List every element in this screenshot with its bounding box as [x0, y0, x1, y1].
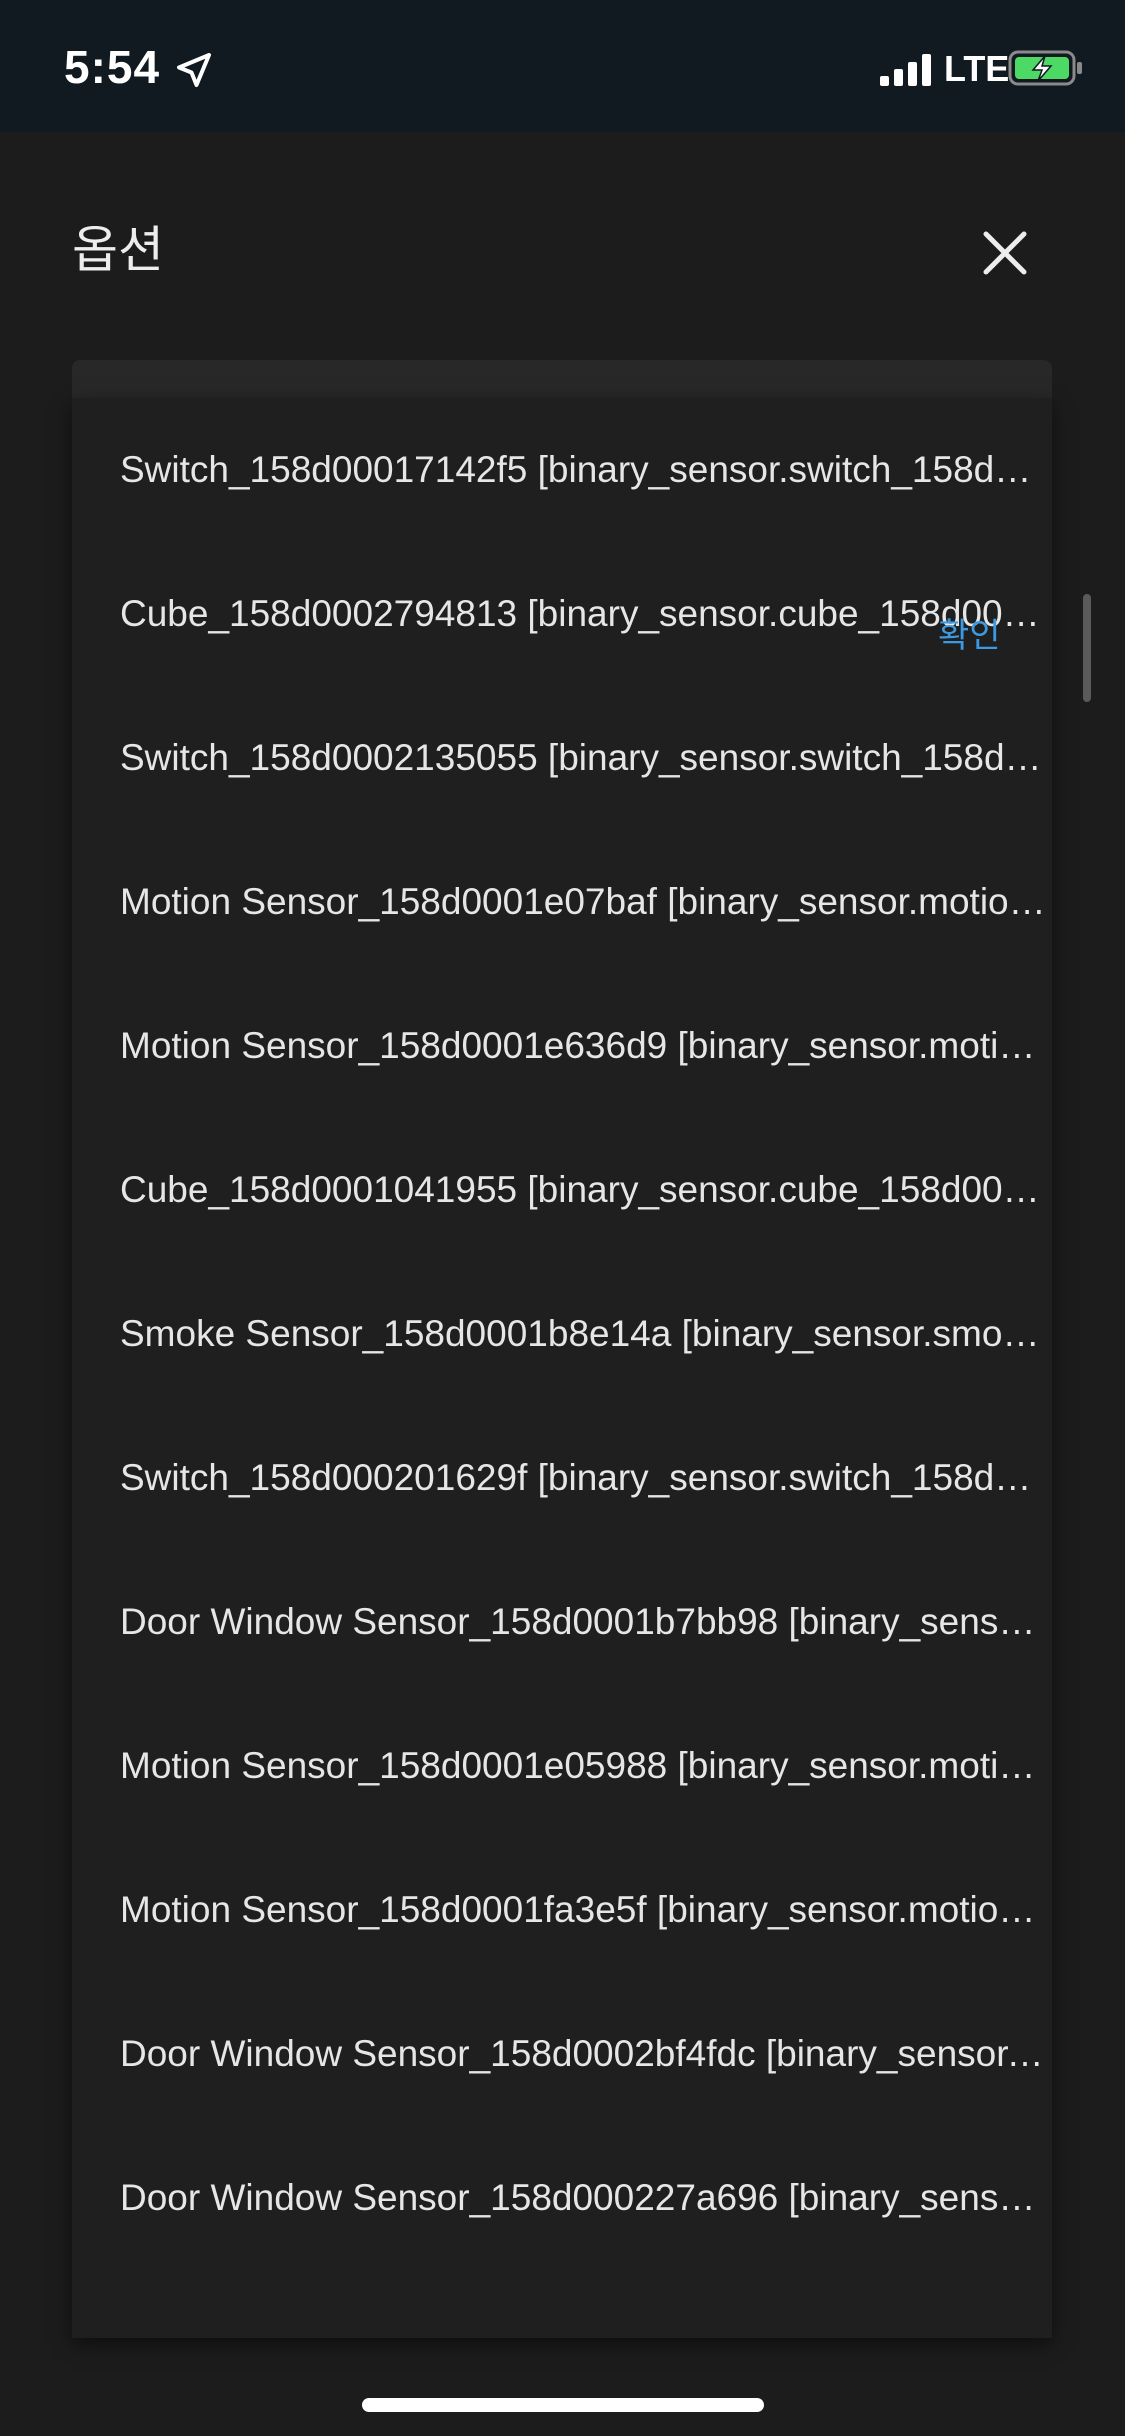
dropdown-scrollbar[interactable]	[1083, 594, 1091, 702]
option-label: Motion Sensor_158d0001fa3e5f [binary_sen…	[120, 1889, 1048, 1930]
option-label: Motion Sensor_158d0001e636d9 [binary_sen…	[120, 1025, 1048, 1066]
dropdown-option[interactable]: Switch_158d00017142f5 [binary_sensor.swi…	[72, 398, 1052, 542]
option-label: Switch_158d00017142f5 [binary_sensor.swi…	[120, 449, 1048, 490]
dropdown-option[interactable]: Cube_158d0002794813 [binary_sensor.cube_…	[72, 542, 1052, 686]
dropdown-option[interactable]: Door Window Sensor_158d0002bf4fdc [binar…	[72, 1982, 1052, 2126]
dropdown-option[interactable]: Smoke Sensor_158d0001b8e14a [binary_sens…	[72, 1262, 1052, 1406]
status-bar: 5:54 LTE	[0, 0, 1125, 132]
home-indicator[interactable]	[362, 2398, 764, 2412]
options-dropdown-list[interactable]: Switch_158d00017142f5 [binary_sensor.swi…	[72, 398, 1052, 2338]
option-label: Motion Sensor_158d0001e05988 [binary_sen…	[120, 1745, 1048, 1786]
dropdown-option[interactable]: Motion Sensor_158d0001e05988 [binary_sen…	[72, 1694, 1052, 1838]
dropdown-option[interactable]: Motion Sensor_158d0001fa3e5f [binary_sen…	[72, 1838, 1052, 1982]
dropdown-option[interactable]: Cube_158d0001041955 [binary_sensor.cube_…	[72, 1118, 1052, 1262]
option-label: Switch_158d0002135055 [binary_sensor.swi…	[120, 737, 1048, 778]
close-icon[interactable]	[980, 228, 1030, 278]
dropdown-option[interactable]: Motion Sensor_158d0001e636d9 [binary_sen…	[72, 974, 1052, 1118]
status-time: 5:54	[64, 41, 161, 93]
option-label: Motion Sensor_158d0001e07baf [binary_sen…	[120, 881, 1048, 922]
dropdown-option[interactable]: Switch_158d0002135055 [binary_sensor.swi…	[72, 686, 1052, 830]
dropdown-option[interactable]: Motion Sensor_158d0001e07baf [binary_sen…	[72, 830, 1052, 974]
option-label: Switch_158d000201629f [binary_sensor.swi…	[120, 1457, 1048, 1498]
dropdown-option[interactable]: Switch_158d000201629f [binary_sensor.swi…	[72, 1406, 1052, 1550]
option-label: Cube_158d0001041955 [binary_sensor.cube_…	[120, 1169, 1048, 1210]
option-label: Door Window Sensor_158d0002bf4fdc [binar…	[120, 2033, 1048, 2074]
option-label: Smoke Sensor_158d0001b8e14a [binary_sens…	[120, 1313, 1048, 1354]
location-arrow-icon	[177, 53, 211, 87]
network-type-label: LTE	[944, 48, 1010, 89]
option-label: Cube_158d0002794813 [binary_sensor.cube_…	[120, 593, 1048, 634]
option-label: Door Window Sensor_158d000227a696 [binar…	[120, 2177, 1048, 2218]
confirm-button[interactable]: 확인	[938, 608, 1001, 657]
dropdown-option[interactable]: Door Window Sensor_158d000227a696 [binar…	[72, 2126, 1052, 2270]
dialog-title: 옵션	[72, 222, 164, 278]
option-label: Door Window Sensor_158d0001b7bb98 [binar…	[120, 1601, 1048, 1642]
battery-charging-icon	[1008, 50, 1082, 86]
dropdown-option[interactable]: Door Window Sensor_158d0001b7bb98 [binar…	[72, 1550, 1052, 1694]
cellular-signal-icon	[880, 54, 931, 86]
